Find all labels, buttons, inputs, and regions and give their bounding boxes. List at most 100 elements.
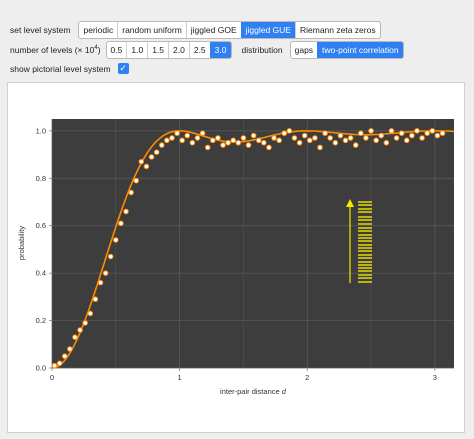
data-point: [322, 130, 328, 137]
num-levels-selector: 0.5 1.0 1.5 2.0 2.5 3.0: [105, 41, 232, 59]
data-point: [439, 130, 446, 137]
distribution-label: distribution: [241, 45, 283, 55]
data-point: [107, 253, 114, 260]
num-levels-option[interactable]: 1.0: [126, 42, 147, 58]
data-point: [92, 296, 99, 303]
pictorial-label: show pictorial level system: [10, 63, 111, 74]
data-point: [271, 135, 277, 141]
data-point: [306, 137, 313, 144]
y-tick-label: 0.0: [36, 364, 46, 373]
plot-area: [52, 119, 454, 368]
level-system-option[interactable]: periodic: [79, 22, 117, 38]
data-point: [266, 144, 272, 151]
distribution-option[interactable]: two-point correlation: [317, 42, 403, 58]
data-point: [102, 270, 109, 276]
data-point: [250, 132, 257, 139]
y-tick-label: 0.6: [36, 221, 46, 230]
data-point: [153, 149, 160, 155]
data-point: [164, 137, 170, 144]
data-point: [332, 139, 339, 146]
data-point: [378, 132, 385, 139]
level-system-label: set level system: [10, 25, 71, 35]
x-axis-label: inter-pair distance d: [220, 387, 287, 396]
level-system-option[interactable]: jiggled GUE: [240, 22, 295, 38]
data-point: [174, 130, 180, 137]
num-levels-option[interactable]: 0.5: [107, 42, 127, 58]
data-point: [210, 137, 216, 144]
num-levels-option[interactable]: 1.5: [147, 42, 168, 58]
y-tick-label: 1.0: [36, 126, 46, 135]
num-levels-label: number of levels (× 104): [10, 45, 101, 55]
data-point: [312, 135, 318, 141]
num-levels-row: number of levels (× 104) 0.5 1.0 1.5 2.0 2.5…: [10, 41, 404, 59]
data-point: [373, 137, 379, 144]
data-point: [220, 142, 226, 148]
level-system-selector: periodic random uniform jiggled GOE jiggled…: [78, 21, 381, 39]
data-point: [123, 208, 129, 215]
level-system-option[interactable]: random uniform: [117, 22, 186, 38]
data-point: [317, 144, 323, 151]
y-axis-label: probability: [17, 226, 26, 260]
data-point: [347, 135, 354, 141]
level-system-row: set level system periodic random uniform j…: [10, 21, 381, 39]
plot-panel: 0.0 0.2 0.4 0.6 0.8 1.0 0 1 2 3 probability inte…: [7, 82, 465, 433]
data-point: [77, 327, 83, 333]
data-point: [393, 135, 400, 141]
x-tick-label: 2: [305, 373, 309, 382]
data-point: [87, 310, 94, 317]
data-point: [97, 279, 104, 286]
data-point: [204, 144, 211, 151]
data-point: [429, 128, 436, 134]
data-point: [56, 360, 63, 367]
data-point: [434, 132, 441, 139]
y-tick-label: 0.2: [36, 316, 46, 325]
data-point: [67, 346, 73, 352]
y-tick-label: 0.4: [36, 269, 46, 278]
distribution-option[interactable]: gaps: [291, 42, 317, 58]
data-point: [261, 139, 267, 146]
data-point: [281, 130, 288, 137]
chart: 0.0 0.2 0.4 0.6 0.8 1.0 0 1 2 3 probability inte…: [17, 119, 455, 396]
level-system-option[interactable]: jiggled GOE: [185, 22, 241, 38]
data-point: [342, 137, 349, 144]
data-point: [158, 142, 165, 148]
data-point: [169, 135, 175, 141]
data-point: [414, 128, 420, 134]
data-point: [230, 137, 237, 144]
level-system-pictorial: [346, 199, 372, 283]
data-point: [128, 189, 134, 196]
data-point: [235, 139, 242, 146]
data-point: [352, 142, 359, 148]
pictorial-checkbox[interactable]: ✓: [117, 63, 129, 74]
x-tick-label: 0: [50, 373, 54, 382]
data-point: [368, 128, 374, 134]
num-levels-option[interactable]: 2.0: [168, 42, 189, 58]
data-point: [296, 139, 303, 146]
data-point: [184, 132, 191, 139]
data-point: [143, 163, 150, 170]
data-point: [72, 334, 78, 340]
data-point: [358, 130, 364, 137]
data-point: [388, 128, 395, 134]
data-point: [255, 137, 262, 144]
pictorial-row: show pictorial level system ✓: [10, 63, 129, 74]
data-point: [301, 132, 308, 139]
data-point: [245, 142, 252, 148]
y-axis: 0.0 0.2 0.4 0.6 0.8 1.0: [36, 126, 52, 373]
x-tick-label: 1: [178, 373, 182, 382]
data-point: [286, 128, 293, 134]
data-point: [179, 137, 185, 144]
checkmark-icon: ✓: [119, 63, 127, 73]
data-point: [419, 135, 425, 141]
data-point: [138, 158, 145, 165]
data-point: [199, 130, 206, 137]
distribution-selector: gaps two-point correlation: [289, 41, 404, 59]
x-axis: 0 1 2 3: [50, 368, 437, 382]
num-levels-option[interactable]: 3.0: [209, 42, 231, 58]
data-point: [118, 220, 124, 227]
level-system-option[interactable]: Riemann zeta zeros: [294, 22, 380, 38]
data-point: [291, 135, 298, 141]
data-point: [113, 237, 119, 243]
data-point: [363, 135, 369, 141]
num-levels-option[interactable]: 2.5: [188, 42, 210, 58]
